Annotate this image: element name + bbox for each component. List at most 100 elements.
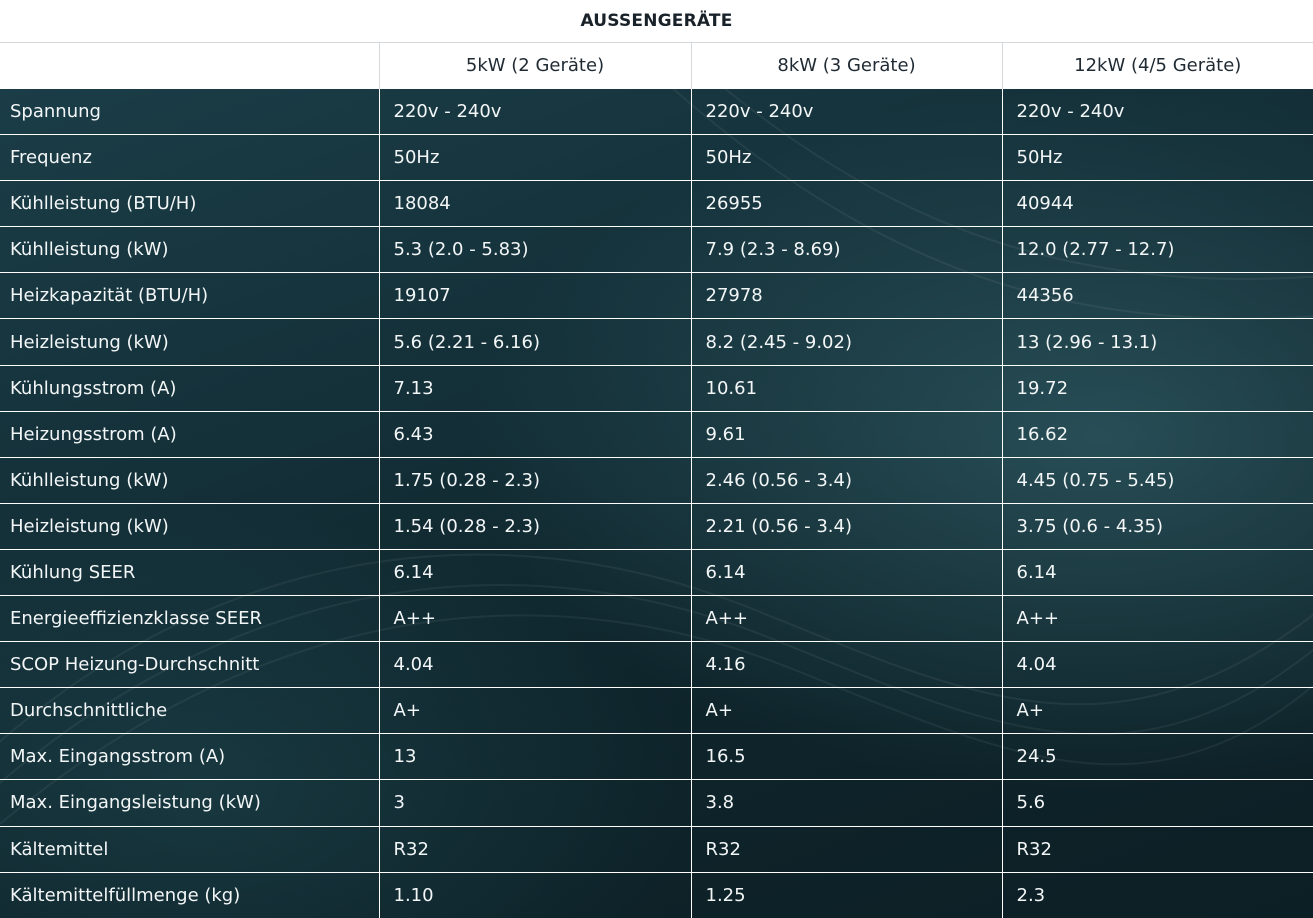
value-cell: 18084 [379, 180, 692, 227]
value-cell: A++ [379, 595, 692, 642]
header-cell-label [0, 43, 380, 89]
value-cell: 1.25 [691, 871, 1003, 918]
value-cell: 2.21 (0.56 - 3.4) [691, 502, 1003, 550]
row-label-cell: Heizleistung (kW) [0, 502, 380, 550]
value-cell: 44356 [1002, 272, 1313, 319]
value-cell: A++ [691, 595, 1003, 642]
value-cell: 16.62 [1002, 410, 1313, 458]
table-row: SCOP Heizung-Durchschnitt 4.04 4.16 4.04 [0, 641, 1313, 688]
row-label-cell: Spannung [0, 87, 380, 135]
value-cell: 220v - 240v [379, 87, 692, 135]
value-cell: 220v - 240v [691, 87, 1003, 135]
value-cell: 4.16 [691, 641, 1003, 688]
value-cell: 5.3 (2.0 - 5.83) [379, 226, 692, 273]
row-label-cell: Kühlleistung (BTU/H) [0, 180, 380, 227]
value-cell: R32 [379, 825, 692, 873]
spec-table-wrapper: 5kW (2 Geräte) 8kW (3 Geräte) 12kW (4/5 … [0, 43, 1313, 918]
value-cell: A+ [379, 687, 692, 734]
row-label-cell: Energieeffizienzklasse SEER [0, 595, 380, 642]
spec-page: AUSSENGERÄTE 5kW (2 Geräte) 8kW (3 Gerät… [0, 0, 1313, 918]
table-row: Max. Eingangsleistung (kW) 3 3.8 5.6 [0, 779, 1313, 826]
table-row: Heizleistung (kW) 5.6 (2.21 - 6.16) 8.2 (2… [0, 318, 1313, 366]
table-row: Frequenz 50Hz 50Hz 50Hz [0, 134, 1313, 181]
table-header: 5kW (2 Geräte) 8kW (3 Geräte) 12kW (4/5 … [0, 43, 1313, 89]
header-cell-5kw: 5kW (2 Geräte) [379, 43, 692, 89]
row-label-cell: Kühlungsstrom (A) [0, 364, 380, 412]
row-label-cell: Frequenz [0, 134, 380, 181]
row-label-cell: Max. Eingangsstrom (A) [0, 733, 380, 780]
table-row: Max. Eingangsstrom (A) 13 16.5 24.5 [0, 733, 1313, 780]
header-cell-12kw: 12kW (4/5 Geräte) [1002, 43, 1313, 89]
spec-table: 5kW (2 Geräte) 8kW (3 Geräte) 12kW (4/5 … [0, 43, 1313, 918]
row-label-cell: Kühlung SEER [0, 548, 380, 596]
value-cell: 1.10 [379, 871, 692, 918]
value-cell: 6.14 [691, 548, 1003, 596]
value-cell: 50Hz [379, 134, 692, 181]
value-cell: 4.04 [1002, 641, 1313, 688]
value-cell: 3 [379, 779, 692, 826]
value-cell: 13 [379, 733, 692, 780]
value-cell: 5.6 (2.21 - 6.16) [379, 318, 692, 366]
value-cell: A++ [1002, 595, 1313, 642]
row-label-cell: Heizleistung (kW) [0, 318, 380, 366]
value-cell: 19.72 [1002, 364, 1313, 412]
row-label-cell: Kühlleistung (kW) [0, 456, 380, 504]
table-row: Kühlung SEER 6.14 6.14 6.14 [0, 548, 1313, 596]
value-cell: 3.8 [691, 779, 1003, 826]
table-row: Heizleistung (kW) 1.54 (0.28 - 2.3) 2.21 (… [0, 502, 1313, 550]
table-row: Kältemittelfüllmenge (kg) 1.10 1.25 2.3 [0, 871, 1313, 918]
value-cell: 4.45 (0.75 - 5.45) [1002, 456, 1313, 504]
row-label-cell: Heizungsstrom (A) [0, 410, 380, 458]
value-cell: 50Hz [691, 134, 1003, 181]
value-cell: A+ [1002, 687, 1313, 734]
value-cell: 4.04 [379, 641, 692, 688]
row-label-cell: Heizkapazität (BTU/H) [0, 272, 380, 319]
value-cell: 6.14 [379, 548, 692, 596]
table-row: Spannung 220v - 240v 220v - 240v 220v - 240… [0, 87, 1313, 135]
value-cell: 7.13 [379, 364, 692, 412]
value-cell: 1.54 (0.28 - 2.3) [379, 502, 692, 550]
table-title: AUSSENGERÄTE [0, 0, 1313, 43]
value-cell: 12.0 (2.77 - 12.7) [1002, 226, 1313, 273]
row-label-cell: Kältemittel [0, 825, 380, 873]
row-label-cell: SCOP Heizung-Durchschnitt [0, 641, 380, 688]
row-label-cell: Durchschnittliche [0, 687, 380, 734]
value-cell: 13 (2.96 - 13.1) [1002, 318, 1313, 366]
value-cell: 8.2 (2.45 - 9.02) [691, 318, 1003, 366]
value-cell: A+ [691, 687, 1003, 734]
value-cell: 2.46 (0.56 - 3.4) [691, 456, 1003, 504]
value-cell: 50Hz [1002, 134, 1313, 181]
table-body: Spannung 220v - 240v 220v - 240v 220v - 240… [0, 87, 1313, 918]
table-row: Kühlleistung (kW) 5.3 (2.0 - 5.83) 7.9 (2.… [0, 226, 1313, 273]
value-cell: 2.3 [1002, 871, 1313, 918]
table-row: Durchschnittliche A+ A+ A+ [0, 687, 1313, 734]
table-row: Kühlungsstrom (A) 7.13 10.61 19.72 [0, 364, 1313, 412]
value-cell: R32 [1002, 825, 1313, 873]
value-cell: R32 [691, 825, 1003, 873]
table-row: Heizungsstrom (A) 6.43 9.61 16.62 [0, 410, 1313, 458]
value-cell: 10.61 [691, 364, 1003, 412]
value-cell: 19107 [379, 272, 692, 319]
header-row: 5kW (2 Geräte) 8kW (3 Geräte) 12kW (4/5 … [0, 43, 1313, 89]
value-cell: 26955 [691, 180, 1003, 227]
value-cell: 27978 [691, 272, 1003, 319]
table-row: Energieeffizienzklasse SEER A++ A++ A++ [0, 595, 1313, 642]
row-label-cell: Kühlleistung (kW) [0, 226, 380, 273]
value-cell: 24.5 [1002, 733, 1313, 780]
table-row: Kältemittel R32 R32 R32 [0, 825, 1313, 873]
value-cell: 40944 [1002, 180, 1313, 227]
value-cell: 7.9 (2.3 - 8.69) [691, 226, 1003, 273]
row-label-cell: Max. Eingangsleistung (kW) [0, 779, 380, 826]
value-cell: 9.61 [691, 410, 1003, 458]
value-cell: 6.43 [379, 410, 692, 458]
table-row: Kühlleistung (BTU/H) 18084 26955 40944 [0, 180, 1313, 227]
row-label-cell: Kältemittelfüllmenge (kg) [0, 871, 380, 918]
value-cell: 1.75 (0.28 - 2.3) [379, 456, 692, 504]
value-cell: 3.75 (0.6 - 4.35) [1002, 502, 1313, 550]
value-cell: 6.14 [1002, 548, 1313, 596]
value-cell: 5.6 [1002, 779, 1313, 826]
value-cell: 220v - 240v [1002, 87, 1313, 135]
header-cell-8kw: 8kW (3 Geräte) [691, 43, 1003, 89]
value-cell: 16.5 [691, 733, 1003, 780]
table-row: Kühlleistung (kW) 1.75 (0.28 - 2.3) 2.46 (… [0, 456, 1313, 504]
